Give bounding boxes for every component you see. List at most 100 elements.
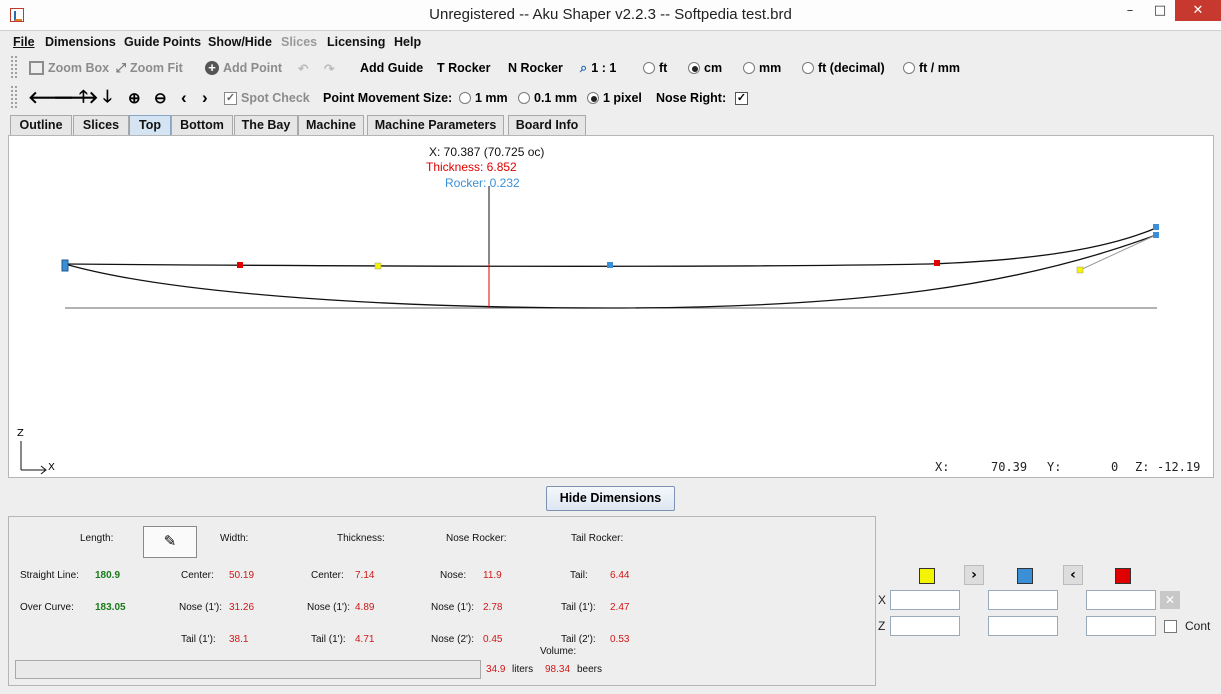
add-point-button[interactable]: + Add Point (205, 59, 282, 77)
zoom-in-button[interactable]: ⊕ (128, 89, 141, 107)
x-input-yellow[interactable] (890, 590, 960, 610)
next-arrow-button[interactable]: › (964, 565, 984, 585)
radio-indicator (643, 62, 655, 74)
move-down-button[interactable]: 🡓 (103, 87, 112, 107)
width-center-value: 50.19 (229, 570, 255, 581)
tab-slices[interactable]: Slices (73, 115, 129, 135)
toolbar-grip[interactable] (10, 85, 18, 109)
control-point-nose[interactable] (61, 259, 69, 272)
nose-rocker-2-label: Nose (2'): (431, 634, 475, 645)
x-coordinate-label: X (878, 593, 887, 607)
tab-bottom[interactable]: Bottom (171, 115, 233, 135)
control-point-yellow[interactable] (1076, 266, 1084, 274)
board-profile-drawing[interactable] (9, 136, 1215, 479)
undo-button[interactable]: ↶ (298, 59, 308, 77)
beers-label: beers (577, 664, 603, 675)
move-up-button[interactable]: 🡑 (79, 87, 88, 107)
red-point-swatch[interactable] (1115, 568, 1131, 584)
hide-dimensions-button[interactable]: Hide Dimensions (546, 486, 675, 511)
menu-dimensions[interactable]: Dimensions (45, 35, 116, 49)
cont-checkbox[interactable] (1164, 620, 1177, 633)
tab-board-info[interactable]: Board Info (508, 115, 586, 135)
tab-top[interactable]: Top (129, 115, 171, 135)
board-view-canvas[interactable]: X: 70.387 (70.725 oc) Thickness: 6.852 R… (8, 135, 1214, 478)
zoom-box-button[interactable]: Zoom Box (29, 59, 109, 77)
control-point-tail-bottom[interactable] (1153, 232, 1159, 238)
control-point-red[interactable] (934, 260, 940, 266)
menu-help[interactable]: Help (394, 35, 421, 49)
chevron-right-icon: › (971, 567, 977, 583)
x-axis-label: X (48, 462, 55, 473)
z-coordinate-label: Z (878, 619, 886, 633)
thickness-nose-label: Nose (1'): (307, 602, 351, 613)
movement-1mm-radio[interactable]: 1 mm (459, 89, 508, 107)
x-input-red[interactable] (1086, 590, 1156, 610)
unit-mm-radio[interactable]: mm (743, 59, 781, 77)
minimize-button[interactable]: – (1115, 0, 1145, 21)
volume-liters-value: 34.9 (486, 664, 506, 675)
previous-arrow-button[interactable]: ‹ (1063, 565, 1083, 585)
n-rocker-button[interactable]: N Rocker (508, 59, 563, 77)
menu-licensing[interactable]: Licensing (327, 35, 385, 49)
deck-curve[interactable] (64, 227, 1157, 267)
redo-button[interactable]: ↷ (324, 59, 334, 77)
pencil-icon: ✎ (163, 533, 177, 550)
tail-rocker-1-label: Tail (1'): (561, 602, 596, 613)
control-point-blue[interactable] (607, 262, 613, 268)
movement-1pixel-radio[interactable]: 1 pixel (587, 89, 642, 107)
blue-point-swatch[interactable] (1017, 568, 1033, 584)
unit-cm-radio[interactable]: cm (688, 59, 722, 77)
previous-point-button[interactable]: ‹ (181, 88, 187, 107)
yellow-point-swatch[interactable] (919, 568, 935, 584)
unit-ft-decimal-radio[interactable]: ft (decimal) (802, 59, 885, 77)
menu-file[interactable]: File (13, 35, 35, 49)
volume-beers-value: 98.34 (545, 664, 571, 675)
width-label: Width: (220, 533, 249, 544)
t-rocker-button[interactable]: T Rocker (437, 59, 491, 77)
nose-right-checkbox[interactable]: ✓ (735, 89, 748, 107)
width-center-label: Center: (181, 570, 214, 581)
zoom-fit-button[interactable]: ⤢ Zoom Fit (116, 59, 183, 77)
move-right-button[interactable]: 🡒 (53, 88, 99, 107)
control-point-yellow[interactable] (374, 262, 382, 270)
control-point-tail-top[interactable] (1153, 224, 1159, 230)
maximize-button[interactable]: □ (1145, 0, 1175, 21)
thickness-label: Thickness: (337, 533, 385, 544)
menu-slices[interactable]: Slices (281, 35, 317, 49)
z-input-yellow[interactable] (890, 616, 960, 636)
edit-length-button[interactable]: ✎ (143, 526, 197, 558)
toolbar-grip[interactable] (10, 55, 18, 79)
point-editor-panel: › ‹ X ✕ Z Cont (876, 560, 1221, 690)
spot-check-button[interactable]: ✓ Spot Check (224, 89, 310, 107)
tab-outline[interactable]: Outline (10, 115, 72, 135)
unit-ft-radio[interactable]: ft (643, 59, 667, 77)
bottom-curve[interactable] (64, 234, 1157, 309)
menu-guide-points[interactable]: Guide Points (124, 35, 201, 49)
thickness-nose-value: 4.89 (355, 602, 375, 613)
point-movement-label: Point Movement Size: (323, 91, 453, 105)
close-icon: ✕ (1164, 593, 1176, 607)
z-input-blue[interactable] (988, 616, 1058, 636)
z-input-red[interactable] (1086, 616, 1156, 636)
delete-point-button[interactable]: ✕ (1160, 591, 1180, 609)
unit-ft-mm-radio[interactable]: ft / mm (903, 59, 960, 77)
tab-machine[interactable]: Machine (298, 115, 364, 135)
next-point-button[interactable]: › (202, 88, 208, 107)
z-axis-label: Z (17, 428, 24, 439)
x-input-blue[interactable] (988, 590, 1058, 610)
tab-the-bay[interactable]: The Bay (234, 115, 298, 135)
tail-rocker-2-value: 0.53 (610, 634, 630, 645)
radio-indicator (802, 62, 814, 74)
scale-button[interactable]: ⌕ 1 : 1 (580, 59, 616, 77)
zoom-out-button[interactable]: ⊖ (154, 89, 167, 107)
liters-label: liters (512, 664, 534, 675)
menu-show-hide[interactable]: Show/Hide (208, 35, 272, 49)
tab-machine-parameters[interactable]: Machine Parameters (367, 115, 504, 135)
add-guide-button[interactable]: Add Guide (360, 59, 423, 77)
radio-indicator (903, 62, 915, 74)
control-point-red[interactable] (237, 262, 243, 268)
movement-01mm-radio[interactable]: 0.1 mm (518, 89, 577, 107)
cont-label: Cont (1185, 619, 1211, 633)
zoom-out-icon: ⊖ (154, 90, 167, 107)
close-button[interactable]: ✕ (1175, 0, 1221, 21)
